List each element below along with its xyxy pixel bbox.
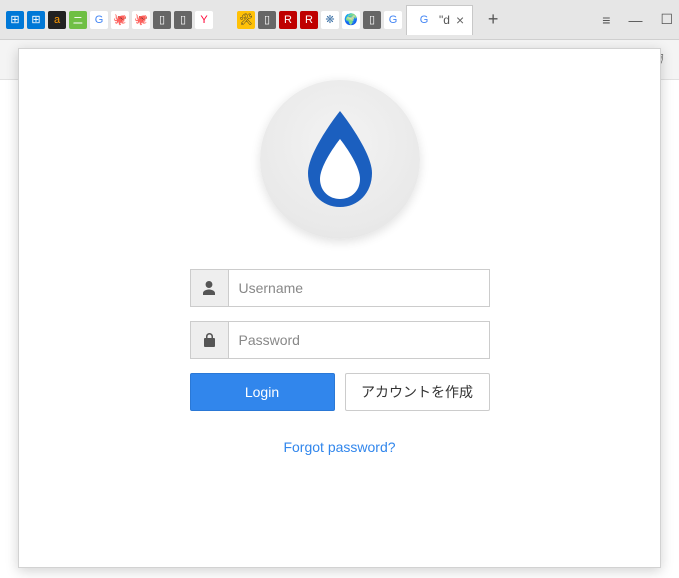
user-icon — [190, 269, 228, 307]
microsoft-tiles-icon[interactable]: ⊞ — [6, 11, 24, 29]
blank-tab[interactable] — [216, 11, 234, 29]
google-icon: G — [415, 11, 433, 29]
app-logo — [260, 79, 420, 239]
drop-logo-icon — [300, 109, 380, 209]
firework-icon[interactable]: ❋ — [321, 11, 339, 29]
window-controls: ≡ — ☐ — [602, 11, 673, 28]
google-icon-2[interactable]: G — [384, 11, 402, 29]
close-tab-icon[interactable]: × — [456, 12, 464, 28]
active-tab-title: "d — [439, 13, 450, 27]
yahoo-icon[interactable]: Y — [195, 11, 213, 29]
doc-icon[interactable]: ▯ — [153, 11, 171, 29]
doc-icon-4[interactable]: ▯ — [363, 11, 381, 29]
password-group — [190, 321, 490, 359]
browser-tab-strip: ⊞⊞aニG🐙🐙▯▯Y🛠▯RR❋🌍▯G G "d × + ≡ — ☐ — [0, 0, 679, 40]
tab-favicon-row: ⊞⊞aニG🐙🐙▯▯Y🛠▯RR❋🌍▯G — [6, 11, 402, 29]
doc-icon-2[interactable]: ▯ — [174, 11, 192, 29]
login-form: Login アカウントを作成 Forgot password? — [190, 269, 490, 457]
forgot-password-link[interactable]: Forgot password? — [283, 439, 395, 455]
africa-icon[interactable]: 🌍 — [342, 11, 360, 29]
button-row: Login アカウントを作成 — [190, 373, 490, 411]
new-tab-button[interactable]: + — [481, 8, 505, 32]
username-group — [190, 269, 490, 307]
lock-icon — [190, 321, 228, 359]
logo-container — [19, 49, 660, 269]
google-icon[interactable]: G — [90, 11, 108, 29]
forgot-password-container: Forgot password? — [190, 439, 490, 457]
construction-icon[interactable]: 🛠 — [237, 11, 255, 29]
rakuten-icon[interactable]: R — [279, 11, 297, 29]
login-popup: Login アカウントを作成 Forgot password? — [18, 48, 661, 568]
amazon-icon[interactable]: a — [48, 11, 66, 29]
create-account-button[interactable]: アカウントを作成 — [345, 373, 490, 411]
octopus-icon-2[interactable]: 🐙 — [132, 11, 150, 29]
maximize-icon[interactable]: ☐ — [660, 11, 673, 28]
password-input[interactable] — [228, 321, 490, 359]
username-input[interactable] — [228, 269, 490, 307]
minimize-icon[interactable]: — — [628, 12, 642, 28]
rakuten-icon-2[interactable]: R — [300, 11, 318, 29]
microsoft-tiles-icon-2[interactable]: ⊞ — [27, 11, 45, 29]
active-tab[interactable]: G "d × — [406, 5, 473, 35]
doc-icon-3[interactable]: ▯ — [258, 11, 276, 29]
octopus-icon[interactable]: 🐙 — [111, 11, 129, 29]
toolbar-menu-icon[interactable]: ≡ — [602, 12, 610, 28]
nitori-icon[interactable]: ニ — [69, 11, 87, 29]
login-button[interactable]: Login — [190, 373, 335, 411]
